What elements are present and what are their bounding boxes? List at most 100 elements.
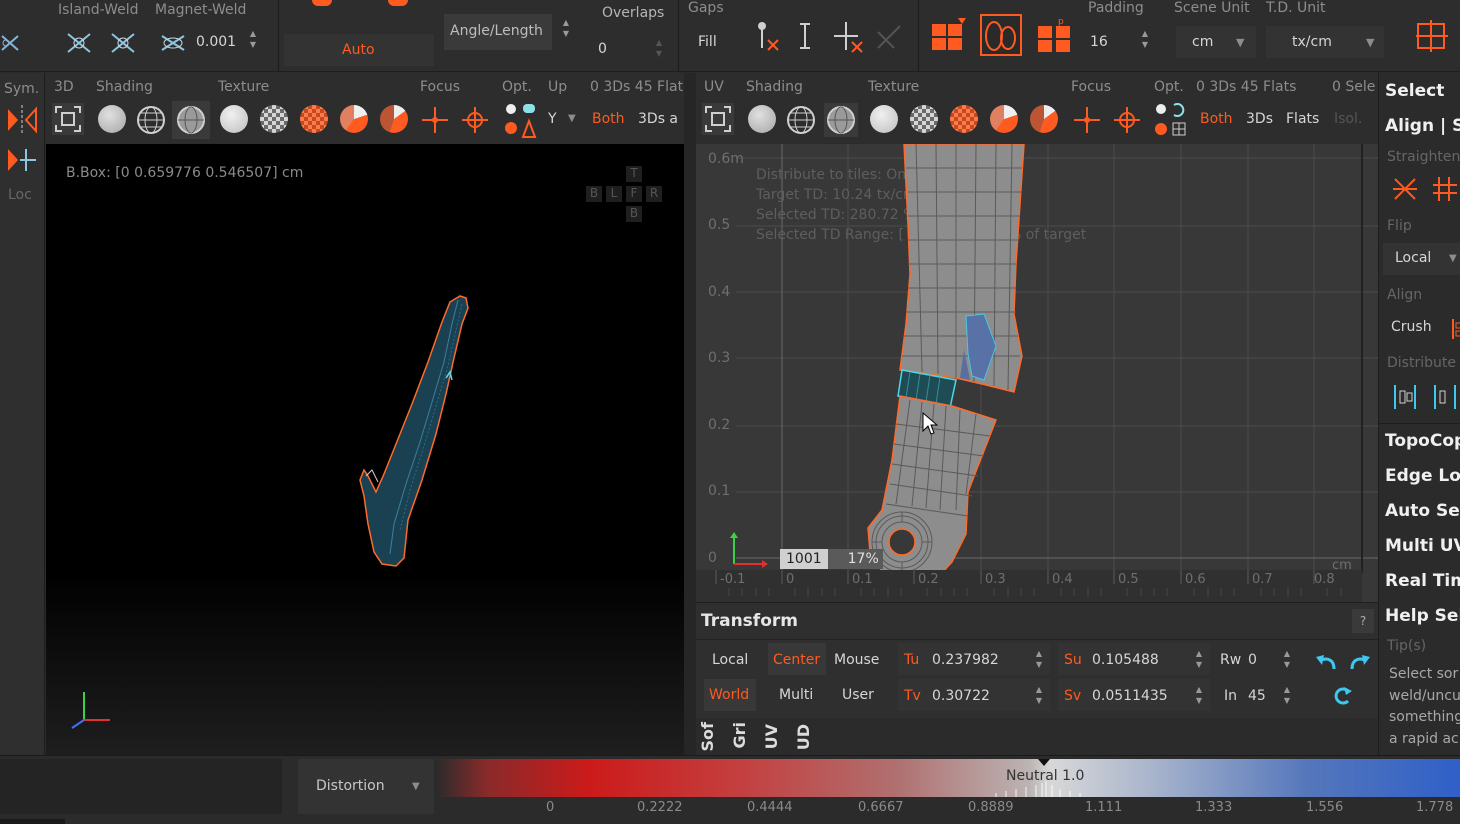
uv-both-toggle[interactable]: Both [1200, 111, 1233, 127]
pin-icon[interactable] [795, 20, 815, 54]
transform-help-button[interactable]: ? [1352, 609, 1374, 633]
view-cube-bottom[interactable]: B [626, 206, 642, 222]
shading-wire-solid-icon[interactable] [172, 101, 210, 139]
uv-shading-solid-icon[interactable] [748, 105, 776, 133]
su-stepper[interactable]: ▲ ▼ [1194, 648, 1204, 670]
weld-value[interactable]: 0.001 [196, 34, 236, 50]
view-cube-left[interactable]: L [606, 186, 622, 202]
straighten-grid-icon[interactable] [1431, 175, 1459, 203]
uv-texture-white-icon[interactable] [870, 105, 898, 133]
crush-button[interactable]: Crush [1391, 319, 1432, 335]
uv-viewport[interactable]: Distribute to tiles: On Target TD: 10.24… [696, 144, 1378, 602]
tab-uv[interactable]: UV [704, 79, 724, 95]
uv-flats-toggle[interactable]: Flats [1286, 111, 1319, 127]
straighten-icon[interactable] [1391, 175, 1419, 203]
padding-value[interactable]: 16 [1090, 34, 1108, 50]
weld-icon-left-edge[interactable] [0, 32, 22, 54]
pack-grid-icon[interactable] [930, 16, 968, 54]
pack-overlap-icon[interactable]: p [1036, 16, 1074, 54]
view-cube-front[interactable]: F [626, 186, 642, 202]
in-value[interactable]: 45 [1248, 688, 1266, 704]
distribute-h2-icon[interactable] [1431, 383, 1459, 411]
auto-seams-header[interactable]: Auto Sea [1385, 501, 1460, 521]
in-stepper[interactable]: ▲ ▼ [1282, 684, 1292, 706]
tv-stepper[interactable]: ▲ ▼ [1034, 684, 1044, 706]
symmetry-icon[interactable] [6, 105, 38, 135]
options-light-icon[interactable] [502, 101, 542, 141]
overlaps-value[interactable]: 0 [598, 41, 607, 57]
help-select-header[interactable]: Help Sele [1385, 606, 1460, 626]
uv-focus-icon[interactable] [1072, 105, 1102, 135]
up-axis-value[interactable]: Y [548, 111, 557, 127]
topocopy-header[interactable]: TopoCop [1385, 431, 1460, 451]
tu-value[interactable]: 0.237982 [932, 652, 999, 668]
both-toggle[interactable]: Both [592, 111, 625, 127]
weld-value-stepper[interactable]: ▲ ▼ [248, 28, 258, 50]
symmetry-local-icon[interactable] [6, 145, 38, 175]
real-time-header[interactable]: Real Tim [1385, 571, 1460, 591]
focus-icon[interactable] [420, 105, 450, 135]
rotate-ccw-icon[interactable] [1314, 651, 1338, 673]
sv-stepper[interactable]: ▲ ▼ [1194, 684, 1204, 706]
threeds-toggle[interactable]: 3Ds a [638, 111, 678, 127]
uv-frame-all-icon[interactable] [702, 103, 734, 135]
cross-remove-icon[interactable] [830, 18, 864, 54]
padding-stepper[interactable]: ▲ ▼ [1140, 28, 1150, 50]
uv-texture-distortion-icon[interactable] [990, 105, 1018, 133]
uv-threeds-toggle[interactable]: 3Ds [1246, 111, 1273, 127]
transform-multi-button[interactable]: Multi [779, 687, 813, 703]
magnet-weld-icon[interactable] [108, 30, 138, 56]
texture-white-icon[interactable] [220, 105, 248, 133]
distortion-gradient-bar[interactable]: Neutral 1.0 [436, 759, 1460, 797]
sv-value[interactable]: 0.0511435 [1092, 688, 1168, 704]
select-header[interactable]: Select [1385, 81, 1444, 101]
angle-length-stepper[interactable]: ▲ ▼ [561, 17, 571, 39]
align-header[interactable]: Align | St [1385, 116, 1460, 136]
viewport-3d[interactable]: B.Box: [0 0.659776 0.546507] cm T B L F … [46, 144, 684, 755]
texture-overlay-icon[interactable] [380, 105, 408, 133]
rotate-cw-icon[interactable] [1348, 651, 1372, 673]
uv-texture-overlay-icon[interactable] [1030, 105, 1058, 133]
transform-user-button[interactable]: User [842, 687, 874, 703]
su-value[interactable]: 0.105488 [1092, 652, 1159, 668]
uv-focus-selected-icon[interactable] [1112, 105, 1142, 135]
side-tab-ud[interactable]: UD [794, 724, 813, 750]
rw-value[interactable]: 0 [1248, 652, 1257, 668]
td-settings-icon[interactable] [1414, 18, 1450, 54]
align-edge-icon[interactable] [1451, 317, 1460, 341]
transform-mouse-button[interactable]: Mouse [834, 652, 879, 668]
view-cube-top[interactable]: T [626, 166, 642, 182]
uv-options-icon[interactable] [1152, 101, 1192, 141]
texture-orange-checker-icon[interactable] [300, 105, 328, 133]
uv-shading-wire-icon[interactable] [786, 105, 816, 135]
transform-local-button[interactable]: Local [712, 652, 748, 668]
side-tab-sof[interactable]: Sof [698, 722, 717, 751]
uv-texture-checker-icon[interactable] [910, 105, 938, 133]
overlaps-stepper[interactable]: ▲ ▼ [654, 37, 664, 59]
uv-isol-toggle[interactable]: Isol. [1334, 111, 1362, 127]
view-cube-back[interactable]: B [586, 186, 602, 202]
view-cube[interactable]: T B L F R B [584, 166, 664, 226]
shading-wire-icon[interactable] [136, 105, 166, 135]
up-axis-chevron-down-icon[interactable]: ▼ [568, 113, 576, 124]
tab-3d[interactable]: 3D [54, 79, 74, 95]
uv-texture-orange-checker-icon[interactable] [950, 105, 978, 133]
tu-stepper[interactable]: ▲ ▼ [1034, 648, 1044, 670]
side-tab-uv[interactable]: UV [762, 724, 781, 749]
pin-remove-icon[interactable] [752, 20, 782, 54]
rotate-reset-icon[interactable] [1332, 685, 1354, 707]
texture-checker-icon[interactable] [260, 105, 288, 133]
texture-distortion-icon[interactable] [340, 105, 368, 133]
pack-shapes-icon[interactable] [980, 14, 1022, 56]
weld-threshold-icon[interactable] [158, 30, 188, 56]
viewport-divider[interactable] [684, 73, 696, 755]
fill-button[interactable]: Fill [698, 34, 717, 50]
focus-selected-icon[interactable] [460, 105, 490, 135]
edge-loop-header[interactable]: Edge Loo [1385, 466, 1460, 486]
transform-title[interactable]: Transform [701, 611, 798, 631]
neutral-marker-icon[interactable] [1038, 759, 1050, 766]
distribute-h-icon[interactable] [1391, 383, 1419, 411]
island-weld-icon[interactable] [64, 30, 94, 56]
shading-solid-icon[interactable] [98, 105, 126, 133]
uv-mesh[interactable] [856, 144, 1036, 594]
